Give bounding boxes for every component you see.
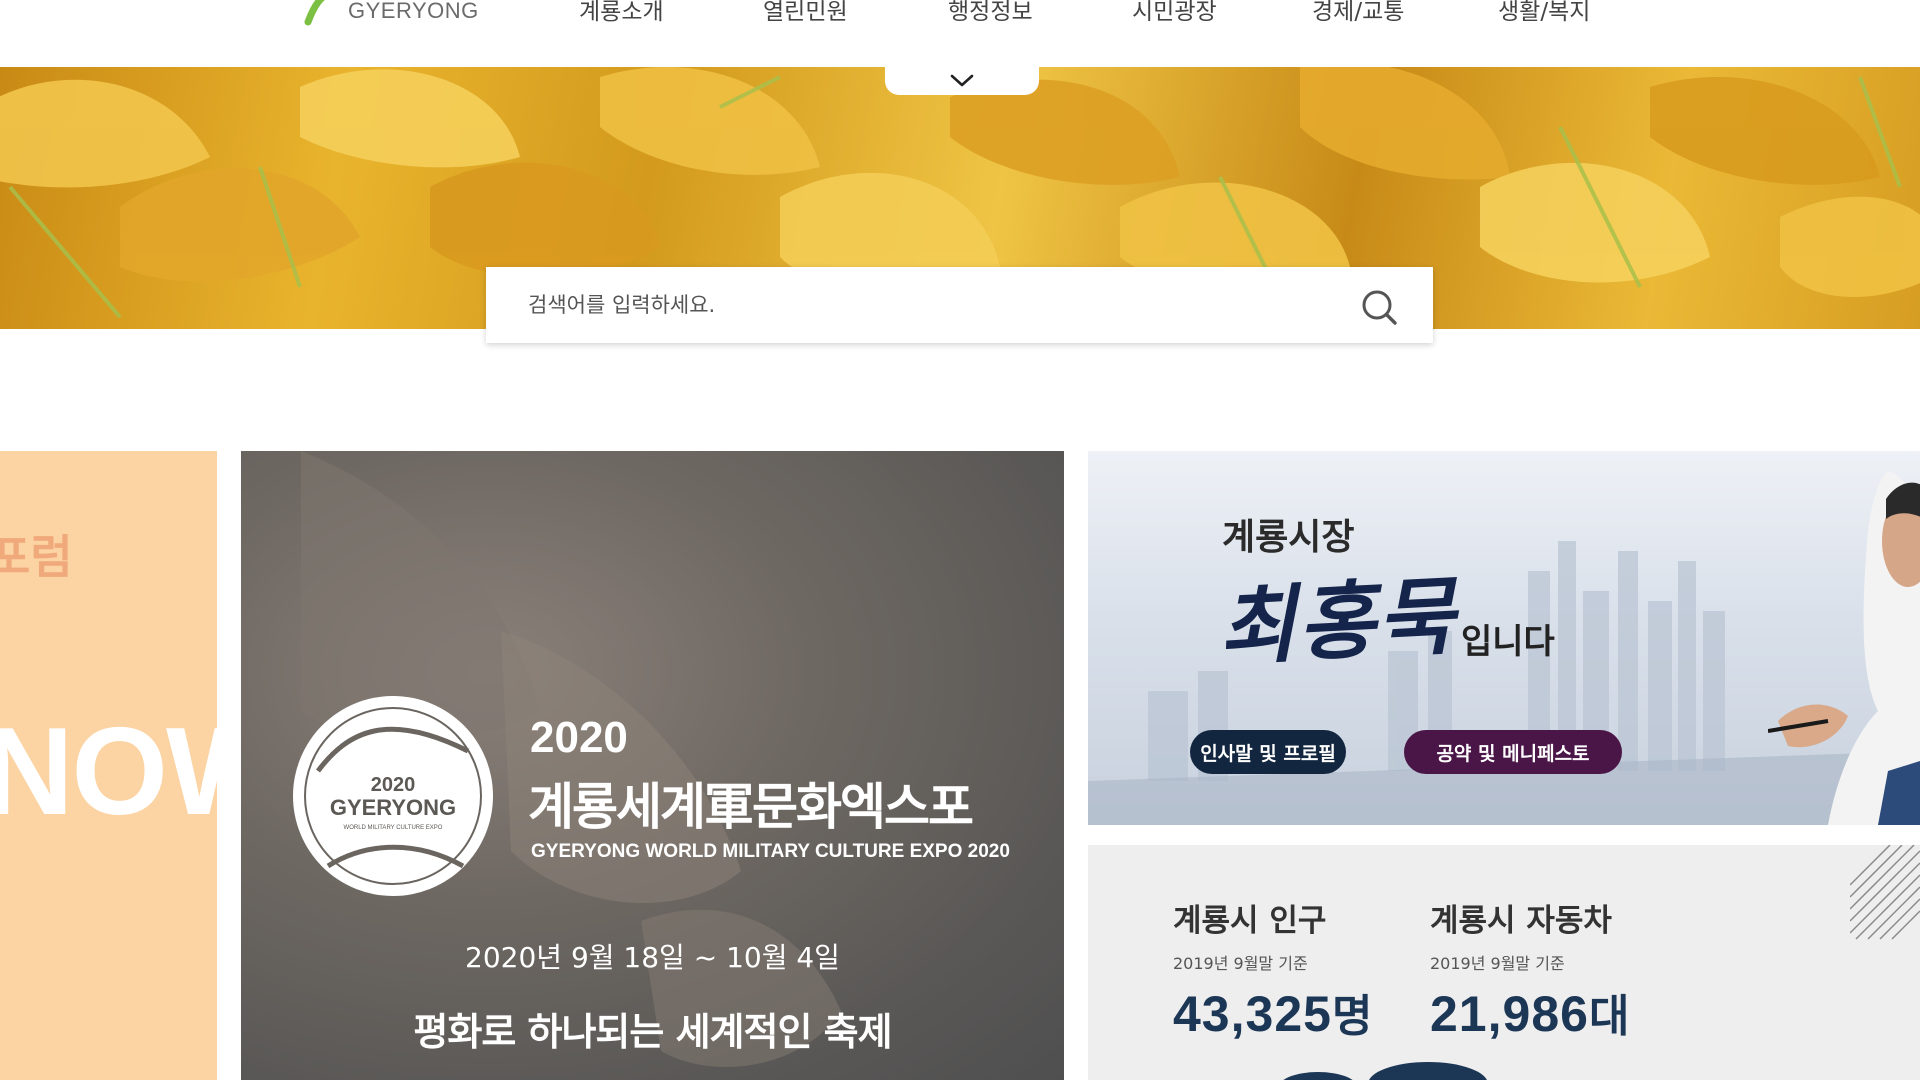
nav-item-citizen-square[interactable]: 시민광장 [1132,0,1217,26]
stripe-decoration-icon [1850,845,1920,940]
stat-population-value: 43,325명 [1173,980,1373,1044]
mayor-label: 계룡시장 [1222,517,1355,558]
expo-subtitle: GYERYONG WORLD MILITARY CULTURE EXPO 202… [531,841,1010,862]
expo-slogan: 평화로 하나되는 세계적인 축제 [413,1010,892,1054]
forum-banner[interactable]: 포럼 NOW [0,451,217,1080]
forum-banner-word: NOW [0,703,217,841]
expo-emblem-caption: WORLD MILITARY CULTURE EXPO [344,825,443,831]
nav-item-economy-traffic[interactable]: 경제/교통 [1312,0,1404,26]
stat-vehicles-value: 21,986대 [1430,980,1630,1044]
mayor-photo [1768,471,1920,825]
stat-population-note: 2019년 9월말 기준 [1173,954,1308,973]
expo-banner[interactable]: 2020 GYERYONG WORLD MILITARY CULTURE EXP… [241,451,1064,1080]
stat-population-title: 계룡시 인구 [1173,903,1327,939]
search-input[interactable] [528,267,1328,343]
mayor-banner: 계룡시장 최홍묵 입니다 인사말 및 프로필 공약 및 메니페스토 [1088,451,1920,825]
stat-vehicles-title: 계룡시 자동차 [1430,903,1612,939]
nav-item-about[interactable]: 계룡소개 [579,0,664,26]
greeting-profile-button[interactable]: 인사말 및 프로필 [1190,730,1346,774]
forum-banner-title: 포럼 [0,530,73,584]
main-nav: 계룡소개 열린민원 행정정보 시민광장 경제/교통 생활/복지 [0,0,1920,32]
stat-vehicles-note: 2019년 9월말 기준 [1430,954,1565,973]
search-icon [1362,290,1397,325]
city-stats: 계룡시 인구 2019년 9월말 기준 43,325명 계룡시 자동차 2019… [1088,845,1920,1080]
expo-emblem-year: 2020 [371,774,416,796]
mayor-name: 최홍묵 [1215,565,1459,678]
mayor-name-suffix: 입니다 [1461,622,1555,662]
stat-population: 계룡시 인구 2019년 9월말 기준 43,325명 [1173,895,1373,1044]
chevron-down-icon [950,74,974,86]
nav-item-civil-service[interactable]: 열린민원 [763,0,848,26]
pledge-manifesto-button[interactable]: 공약 및 메니페스토 [1404,730,1622,774]
expo-title: 계룡세계軍문화엑스포 [528,778,974,836]
expo-year: 2020 [530,713,628,762]
expo-date: 2020년 9월 18일 ~ 10월 4일 [465,941,840,974]
search-button[interactable] [1359,287,1399,327]
site-header: GYERYONG 계룡소개 열린민원 행정정보 시민광장 경제/교통 생활/복지 [0,0,1920,67]
stat-population-number: 43,325 [1173,986,1332,1042]
search-bar [486,267,1433,343]
stat-vehicles: 계룡시 자동차 2019년 9월말 기준 21,986대 [1430,895,1630,1044]
stat-population-unit: 명 [1331,991,1374,1042]
nav-item-admin-info[interactable]: 행정정보 [948,0,1033,26]
stats-circle-decoration-icon [1283,1062,1487,1080]
expo-emblem-icon: 2020 GYERYONG WORLD MILITARY CULTURE EXP… [293,696,493,896]
expo-emblem-name: GYERYONG [330,795,456,820]
stat-vehicles-unit: 대 [1588,991,1631,1042]
menu-toggle-button[interactable] [885,66,1039,95]
nav-item-life-welfare[interactable]: 생활/복지 [1498,0,1590,26]
stat-vehicles-number: 21,986 [1430,986,1589,1042]
